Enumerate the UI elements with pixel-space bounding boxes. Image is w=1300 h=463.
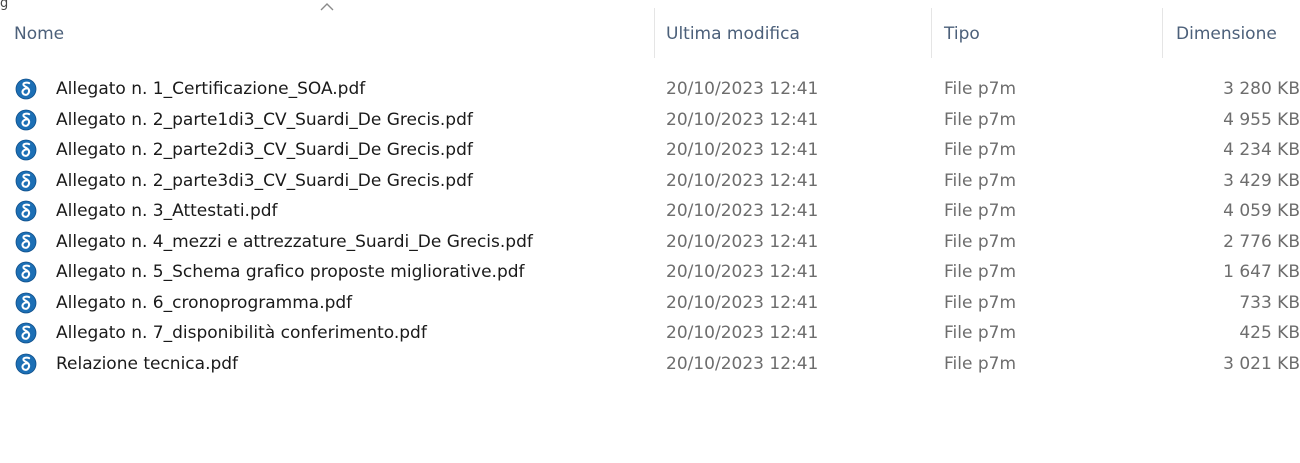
file-size: 2 776 KB: [1223, 231, 1300, 252]
file-type: File p7m: [944, 231, 1017, 252]
file-modified-date: 20/10/2023 12:41: [666, 79, 819, 99]
file-modified-date: 20/10/2023 12:41: [666, 262, 819, 282]
file-name: Allegato n. 2_parte3di3_CV_Suardi_De Gre…: [56, 170, 473, 191]
file-modified-date: 20/10/2023 12:41: [666, 170, 819, 191]
file-name: Allegato n. 5_Schema grafico proposte mi…: [56, 262, 525, 282]
file-name: Relazione tecnica.pdf: [56, 353, 239, 374]
column-header-modified[interactable]: Ultima modifica: [666, 0, 930, 58]
column-header-size-label: Dimensione: [1176, 24, 1277, 44]
file-size: 4 059 KB: [1223, 201, 1300, 221]
file-modified-date: 20/10/2023 12:41: [666, 292, 819, 313]
file-size: 733 KB: [1239, 292, 1300, 313]
file-row[interactable]: Allegato n. 2_parte2di3_CV_Suardi_De Gre…: [0, 135, 1300, 166]
file-type: File p7m: [944, 323, 1017, 343]
column-header-name[interactable]: Nome: [14, 0, 654, 58]
column-divider[interactable]: [1162, 8, 1163, 58]
file-row[interactable]: Allegato n. 1_Certificazione_SOA.pdf 20/…: [0, 74, 1300, 105]
file-type: File p7m: [944, 109, 1017, 130]
file-type: File p7m: [944, 170, 1017, 191]
file-size: 3 280 KB: [1223, 79, 1300, 99]
column-header-size[interactable]: Dimensione: [1176, 0, 1300, 58]
p7m-signature-icon: [15, 349, 37, 379]
column-divider[interactable]: [654, 8, 655, 58]
file-size: 425 KB: [1239, 323, 1300, 343]
file-modified-date: 20/10/2023 12:41: [666, 353, 819, 374]
file-modified-date: 20/10/2023 12:41: [666, 109, 819, 130]
column-divider[interactable]: [931, 8, 932, 58]
file-type: File p7m: [944, 201, 1017, 221]
file-name: Allegato n. 7_disponibilità conferimento…: [56, 323, 427, 343]
file-size: 4 955 KB: [1223, 109, 1300, 130]
file-type: File p7m: [944, 140, 1017, 160]
file-row[interactable]: Allegato n. 3_Attestati.pdf 20/10/2023 1…: [0, 196, 1300, 227]
p7m-signature-icon: [15, 257, 37, 287]
file-type: File p7m: [944, 353, 1017, 374]
file-size: 1 647 KB: [1223, 262, 1300, 282]
p7m-signature-icon: [15, 227, 37, 257]
column-header-type-label: Tipo: [944, 24, 980, 44]
file-size: 3 429 KB: [1223, 170, 1300, 191]
column-header-modified-label: Ultima modifica: [666, 24, 800, 44]
file-name: Allegato n. 1_Certificazione_SOA.pdf: [56, 79, 366, 99]
file-type: File p7m: [944, 79, 1017, 99]
file-list-view: g Nome Ultima modifica Tipo Dimensione A…: [0, 0, 1300, 463]
file-type: File p7m: [944, 262, 1017, 282]
file-modified-date: 20/10/2023 12:41: [666, 140, 819, 160]
file-modified-date: 20/10/2023 12:41: [666, 201, 819, 221]
p7m-signature-icon: [15, 318, 37, 348]
file-row[interactable]: Allegato n. 5_Schema grafico proposte mi…: [0, 257, 1300, 288]
file-modified-date: 20/10/2023 12:41: [666, 323, 819, 343]
p7m-signature-icon: [15, 74, 37, 104]
file-row[interactable]: Allegato n. 2_parte1di3_CV_Suardi_De Gre…: [0, 105, 1300, 136]
file-size: 3 021 KB: [1223, 353, 1300, 374]
file-name: Allegato n. 3_Attestati.pdf: [56, 201, 278, 221]
column-header-type[interactable]: Tipo: [944, 0, 1154, 58]
file-row[interactable]: Allegato n. 6_cronoprogramma.pdf 20/10/2…: [0, 288, 1300, 319]
p7m-signature-icon: [15, 135, 37, 165]
file-name: Allegato n. 2_parte1di3_CV_Suardi_De Gre…: [56, 109, 473, 130]
file-row[interactable]: Allegato n. 4_mezzi e attrezzature_Suard…: [0, 227, 1300, 258]
file-row[interactable]: Allegato n. 7_disponibilità conferimento…: [0, 318, 1300, 349]
file-name: Allegato n. 4_mezzi e attrezzature_Suard…: [56, 231, 533, 252]
p7m-signature-icon: [15, 105, 37, 135]
p7m-signature-icon: [15, 196, 37, 226]
column-header-name-label: Nome: [14, 24, 65, 44]
file-row[interactable]: Relazione tecnica.pdf 20/10/2023 12:41 F…: [0, 349, 1300, 380]
file-modified-date: 20/10/2023 12:41: [666, 231, 819, 252]
file-size: 4 234 KB: [1223, 140, 1300, 160]
column-header-bar: Nome Ultima modifica Tipo Dimensione: [0, 0, 1300, 58]
p7m-signature-icon: [15, 288, 37, 318]
file-name: Allegato n. 6_cronoprogramma.pdf: [56, 292, 353, 313]
file-rows: Allegato n. 1_Certificazione_SOA.pdf 20/…: [0, 74, 1300, 379]
file-type: File p7m: [944, 292, 1017, 313]
p7m-signature-icon: [15, 166, 37, 196]
file-row[interactable]: Allegato n. 2_parte3di3_CV_Suardi_De Gre…: [0, 166, 1300, 197]
file-name: Allegato n. 2_parte2di3_CV_Suardi_De Gre…: [56, 140, 473, 160]
